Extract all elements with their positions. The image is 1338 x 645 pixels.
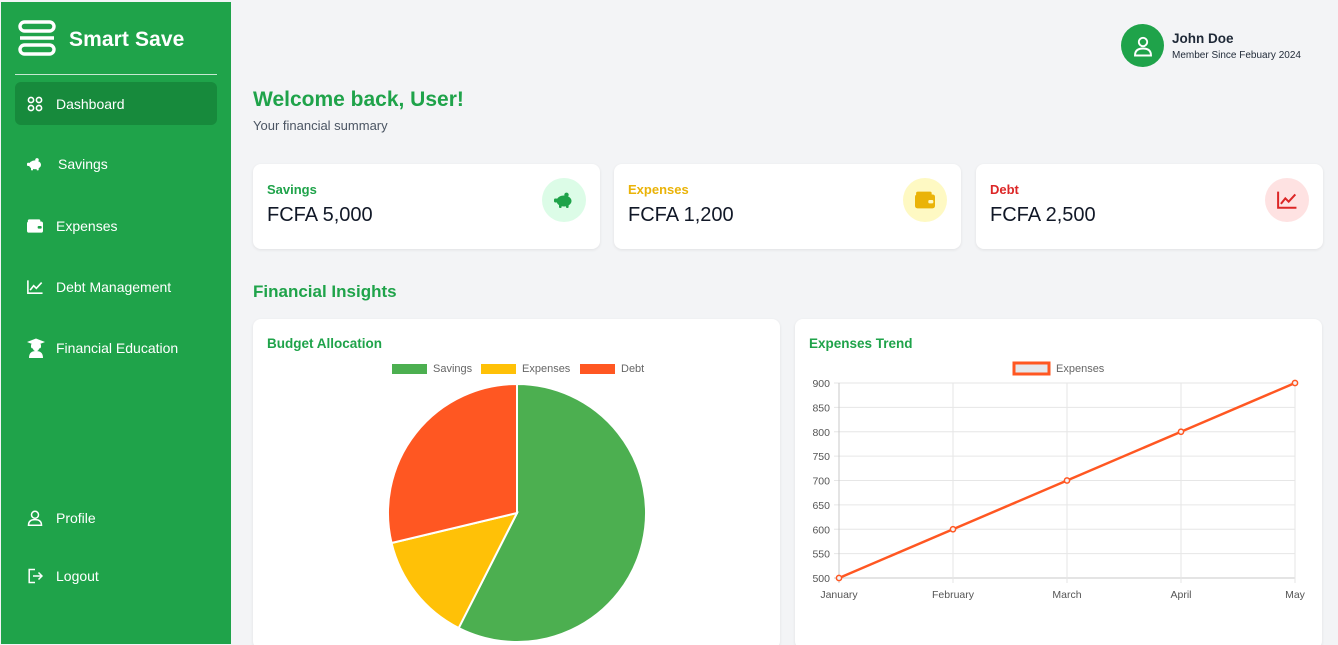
data-point bbox=[1291, 379, 1299, 387]
savings-value: FCFA 5,000 bbox=[267, 204, 373, 226]
wallet-icon bbox=[903, 178, 947, 222]
brand[interactable]: Smart Save bbox=[18, 19, 185, 61]
logo-icon bbox=[18, 19, 56, 61]
y-tick-label: 700 bbox=[812, 476, 830, 488]
expenses-trend-card: Expenses Trend Expenses 500 550 600 650 700 75… bbox=[795, 319, 1322, 645]
y-tick-label: 500 bbox=[812, 573, 830, 585]
user-name: John Doe bbox=[1172, 30, 1234, 46]
pie-chart: Savings Expenses Debt bbox=[387, 363, 647, 643]
user-info: John Doe Member Since Febuary 2024 bbox=[1172, 31, 1301, 61]
legend-swatch bbox=[481, 364, 516, 374]
member-since: Member Since Febuary 2024 bbox=[1172, 49, 1301, 61]
logout-icon bbox=[27, 568, 43, 584]
legend-label: Expenses bbox=[522, 363, 571, 375]
legend-label: Savings bbox=[433, 363, 473, 375]
legend-swatch bbox=[392, 364, 427, 374]
chart-line-icon bbox=[1265, 178, 1309, 222]
debt-value: FCFA 2,500 bbox=[990, 204, 1096, 226]
data-point bbox=[949, 525, 957, 533]
sidebar-item-logout[interactable]: Logout bbox=[15, 554, 217, 597]
y-tick-label: 750 bbox=[812, 451, 830, 463]
sidebar-item-label: Expenses bbox=[56, 217, 118, 234]
sidebar-item-financial-education[interactable]: Financial Education bbox=[15, 326, 217, 369]
expenses-card[interactable]: Expenses FCFA 1,200 bbox=[614, 164, 961, 249]
sidebar-item-label: Savings bbox=[58, 155, 108, 172]
legend-label: Debt bbox=[621, 363, 644, 375]
sidebar-divider bbox=[15, 74, 217, 75]
user-icon bbox=[1133, 36, 1152, 56]
x-tick-label: March bbox=[1052, 589, 1081, 601]
sidebar: Smart Save Dashboard Savings Expenses De… bbox=[1, 2, 231, 644]
savings-label: Savings bbox=[267, 182, 317, 197]
y-tick-label: 850 bbox=[812, 402, 830, 414]
sidebar-item-label: Financial Education bbox=[56, 339, 179, 356]
section-title: Financial Insights bbox=[253, 282, 397, 301]
sidebar-item-expenses[interactable]: Expenses bbox=[15, 204, 217, 247]
y-tick-label: 550 bbox=[812, 549, 830, 561]
wallet-icon bbox=[27, 218, 45, 234]
data-point bbox=[1063, 477, 1071, 484]
x-tick-label: February bbox=[932, 589, 975, 601]
page-subtitle: Your financial summary bbox=[253, 118, 388, 133]
sidebar-item-dashboard[interactable]: Dashboard bbox=[15, 82, 217, 125]
graduate-icon bbox=[27, 338, 45, 358]
piggy-bank-icon bbox=[542, 178, 586, 222]
y-tick-label: 650 bbox=[812, 500, 830, 512]
x-tick-label: April bbox=[1170, 589, 1191, 601]
brand-name: Smart Save bbox=[69, 28, 185, 51]
page-title: Welcome back, User! bbox=[253, 88, 464, 111]
data-point bbox=[1177, 428, 1185, 436]
user-profile[interactable]: John Doe Member Since Febuary 2024 bbox=[1121, 24, 1301, 67]
x-tick-label: January bbox=[820, 589, 858, 601]
legend-label: Expenses bbox=[1056, 363, 1105, 375]
sidebar-item-profile[interactable]: Profile bbox=[15, 496, 217, 539]
sidebar-item-label: Debt Management bbox=[56, 278, 172, 295]
x-tick-label: May bbox=[1285, 589, 1306, 601]
y-tick-label: 600 bbox=[812, 524, 830, 536]
debt-label: Debt bbox=[990, 182, 1019, 197]
line-chart: Expenses 500 550 600 650 700 750 800 850 900 Janua… bbox=[812, 361, 1306, 601]
y-tick-label: 900 bbox=[812, 378, 830, 390]
piggy-bank-icon bbox=[27, 156, 47, 172]
sidebar-item-label: Logout bbox=[56, 567, 99, 584]
legend-swatch bbox=[1012, 361, 1051, 376]
expenses-label: Expenses bbox=[628, 182, 689, 197]
user-icon bbox=[27, 510, 43, 526]
legend-swatch bbox=[580, 364, 615, 374]
savings-card[interactable]: Savings FCFA 5,000 bbox=[253, 164, 600, 249]
debt-card[interactable]: Debt FCFA 2,500 bbox=[976, 164, 1323, 249]
chart-line-icon bbox=[27, 279, 45, 295]
grid-icon bbox=[27, 96, 43, 112]
expenses-value: FCFA 1,200 bbox=[628, 204, 734, 226]
avatar[interactable] bbox=[1121, 24, 1164, 67]
sidebar-item-savings[interactable]: Savings bbox=[15, 142, 217, 185]
y-tick-label: 800 bbox=[812, 427, 830, 439]
sidebar-item-label: Profile bbox=[56, 509, 96, 526]
sidebar-item-label: Dashboard bbox=[56, 95, 125, 112]
sidebar-item-debt-management[interactable]: Debt Management bbox=[15, 265, 217, 308]
data-point bbox=[835, 574, 843, 582]
budget-allocation-card: Budget Allocation Savings Expenses Debt bbox=[253, 319, 780, 645]
